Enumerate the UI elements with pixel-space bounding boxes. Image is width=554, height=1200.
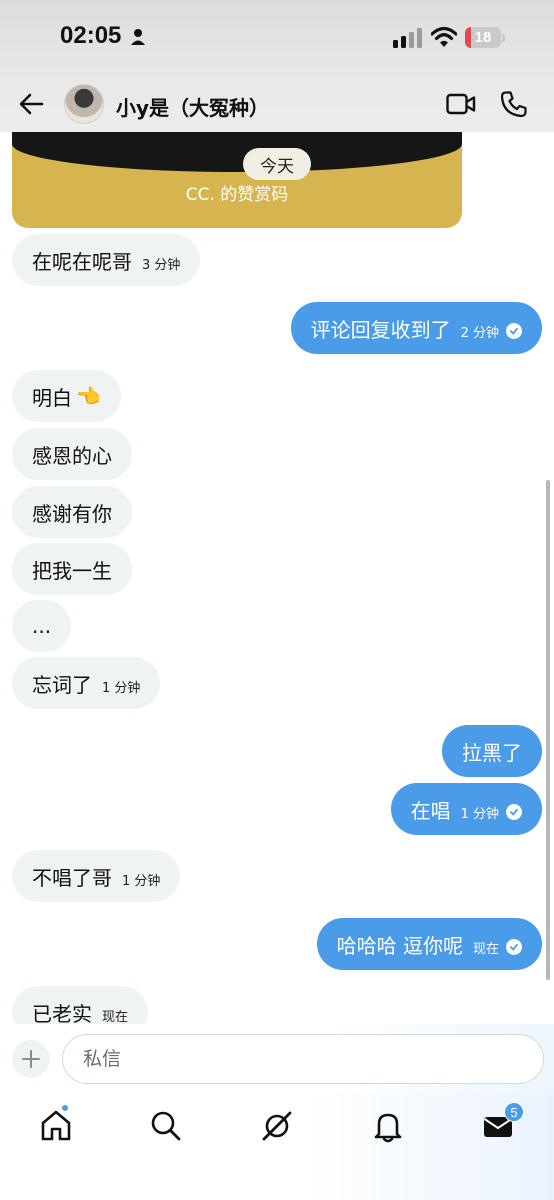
read-check-icon (506, 804, 522, 820)
message-text: 明白 (32, 385, 72, 410)
message-time: 1 分钟 (102, 680, 141, 696)
message-text: 感恩的心 (32, 443, 112, 468)
message-bubble[interactable]: 明白 👈 (12, 370, 121, 422)
message-bubble[interactable]: 忘词了 1 分钟 (12, 657, 161, 709)
messages-badge: 5 (504, 1102, 524, 1122)
message-text: 不唱了哥 (32, 865, 112, 890)
message-bubble[interactable]: 已老实 现在 (12, 986, 149, 1025)
message-text: 已老实 (32, 1001, 92, 1025)
message-bubble[interactable]: 在呢在呢哥 3 分钟 (12, 234, 201, 286)
message-text: 评论回复收到了 (310, 317, 451, 342)
message-bubble[interactable]: 感恩的心 (12, 428, 132, 480)
shared-image-card[interactable]: CC. 的赞赏码 (12, 132, 462, 228)
message-text: 忘词了 (32, 672, 92, 697)
bottom-nav: 5 (0, 1094, 554, 1200)
message-bubble[interactable]: 评论回复收到了 2 分钟 (290, 302, 542, 354)
status-time: 02:05 (60, 22, 122, 49)
message-text: 在呢在呢哥 (32, 249, 132, 274)
scrollbar[interactable] (546, 480, 550, 980)
top-bar: 02:05 18 小y是（大冤种） (0, 0, 554, 132)
message-text: 拉黑了 (462, 740, 522, 765)
cellular-signal-icon (393, 28, 422, 48)
back-arrow-icon[interactable] (16, 88, 48, 120)
message-bubble[interactable]: 在唱 1 分钟 (390, 783, 542, 835)
message-text: ... (32, 614, 52, 638)
message-time: 现在 (472, 941, 499, 957)
home-notification-dot (61, 1104, 69, 1112)
message-bubble[interactable]: ... (12, 600, 72, 652)
message-time: 1 分钟 (122, 873, 161, 889)
message-bubble[interactable]: 感谢有你 (12, 486, 132, 538)
message-time: 2 分钟 (460, 325, 499, 341)
message-text: 哈哈哈 逗你呢 (336, 933, 463, 958)
add-attachment-button[interactable] (12, 1040, 50, 1078)
read-check-icon (506, 323, 522, 339)
grok-icon[interactable] (259, 1108, 295, 1144)
home-icon[interactable] (38, 1108, 74, 1144)
pointing-hand-emoji: 👈 (76, 384, 101, 408)
message-bubble[interactable]: 把我一生 (12, 543, 132, 595)
message-bubble[interactable]: 拉黑了 (442, 725, 542, 777)
plus-icon (22, 1050, 40, 1068)
chat-thread[interactable]: CC. 的赞赏码 今天 在呢在呢哥 3 分钟 评论回复收到了 2 分钟 明白 👈… (0, 132, 554, 1024)
card-caption: CC. 的赞赏码 (185, 185, 289, 205)
message-text: 把我一生 (32, 558, 112, 583)
message-text: 感谢有你 (32, 501, 112, 526)
message-time: 3 分钟 (142, 257, 181, 273)
conversation-title[interactable]: 小y是（大冤种） (116, 92, 269, 121)
phone-icon[interactable] (500, 90, 528, 118)
message-time: 现在 (102, 1009, 129, 1025)
battery-level: 18 (474, 29, 492, 46)
wifi-icon (431, 26, 457, 47)
battery-indicator: 18 (465, 27, 501, 48)
read-check-icon (506, 939, 522, 955)
message-text: 在唱 (410, 798, 451, 823)
search-icon[interactable] (148, 1108, 184, 1144)
message-input[interactable] (62, 1034, 544, 1084)
battery-tip (502, 34, 505, 42)
message-bubble[interactable]: 不唱了哥 1 分钟 (12, 850, 181, 902)
date-separator: 今天 (243, 148, 311, 180)
composer (0, 1024, 554, 1094)
message-bubble[interactable]: 哈哈哈 逗你呢 现在 (316, 918, 542, 970)
notifications-bell-icon[interactable] (370, 1108, 406, 1144)
message-time: 1 分钟 (460, 806, 499, 822)
avatar[interactable] (64, 84, 104, 124)
person-status-icon (131, 29, 145, 45)
video-call-icon[interactable] (446, 92, 476, 116)
